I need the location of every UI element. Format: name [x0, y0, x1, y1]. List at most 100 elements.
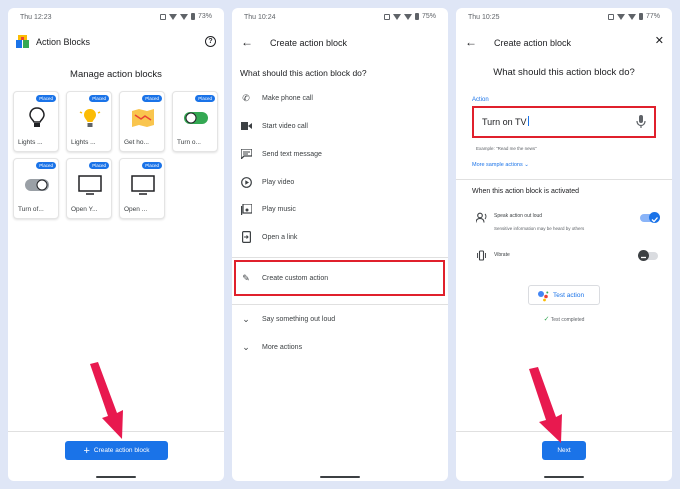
expand-more-actions[interactable]: ⌄ More actions — [240, 339, 302, 355]
play-icon — [240, 176, 252, 188]
battery-icon — [414, 13, 419, 20]
section-divider — [456, 179, 672, 180]
option-label: Open a link — [262, 233, 298, 241]
home-indicator — [320, 476, 360, 478]
action-input-value: Turn on TV — [482, 117, 527, 127]
option-play-video[interactable]: Play video — [240, 174, 294, 190]
link-icon — [240, 231, 252, 243]
speak-action-toggle[interactable] — [640, 212, 660, 223]
option-play-music[interactable]: Play music — [240, 201, 296, 217]
minus-icon — [641, 256, 646, 259]
option-label: Make phone call — [262, 94, 313, 102]
phone-icon: ✆ — [242, 92, 250, 103]
speaker-icon — [476, 212, 487, 223]
option-send-text-message[interactable]: Send text message — [240, 146, 322, 162]
option-label: Send text message — [262, 150, 322, 158]
notification-icon — [607, 13, 614, 20]
screen-title: Create action block — [270, 38, 348, 48]
map-icon — [132, 109, 154, 127]
app-title: Action Blocks — [36, 37, 91, 47]
more-samples-label: More sample actions — [472, 162, 523, 168]
question-heading: What should this action block do? — [240, 68, 367, 78]
placed-badge: Placed — [36, 95, 56, 102]
battery-level: 75% — [421, 13, 436, 20]
home-indicator — [544, 476, 584, 478]
option-open-link[interactable]: Open a link — [240, 229, 297, 245]
battery-icon — [638, 13, 643, 20]
placed-badge: Placed — [89, 95, 109, 102]
message-icon — [240, 148, 252, 160]
section-divider — [232, 257, 448, 258]
placed-badge: Placed — [89, 162, 109, 169]
tile-label: Turn o... — [177, 139, 201, 146]
status-time: Thu 12:23 — [20, 14, 52, 21]
tile-label: Turn of... — [18, 206, 44, 213]
check-icon — [651, 217, 658, 223]
tile-label: Open Y... — [71, 206, 98, 213]
back-arrow-icon[interactable]: ← — [241, 36, 253, 48]
action-block-tile[interactable]: Placed Open ... — [119, 158, 165, 219]
wifi-icon — [392, 13, 401, 20]
tile-label: Get ho... — [124, 139, 149, 146]
option-label: Say something out loud — [262, 315, 336, 323]
test-status: ✓ Test completed — [456, 315, 672, 323]
check-icon: ✓ — [543, 316, 550, 323]
action-block-tile[interactable]: Placed Open Y... — [66, 158, 112, 219]
option-start-video-call[interactable]: Start video call — [240, 118, 308, 134]
action-block-tile[interactable]: Placed Lights ... — [13, 91, 59, 152]
expand-say-something-out-loud[interactable]: ⌄ Say something out loud — [240, 311, 335, 327]
plus-icon: + — [83, 444, 90, 457]
phone-screen-custom-action: Thu 10:25 77% ← Create action block ✕ Wh… — [456, 8, 672, 481]
status-bar: Thu 12:23 73% — [8, 13, 224, 25]
speak-action-subtext: Sensitive information may be heard by ot… — [494, 226, 585, 231]
signal-icon — [627, 13, 636, 20]
pointer-arrow-icon — [529, 367, 562, 443]
battery-level: 73% — [197, 13, 212, 20]
home-indicator — [96, 476, 136, 478]
question-heading: What should this action block do? — [493, 67, 635, 78]
test-action-button[interactable]: Test action — [528, 285, 600, 305]
test-action-label: Test action — [553, 292, 585, 299]
action-input[interactable]: Turn on TV — [472, 106, 656, 138]
placed-badge: Placed — [36, 162, 56, 169]
signal-icon — [179, 13, 188, 20]
pointer-arrow-icon — [90, 362, 123, 439]
chevron-down-icon: ⌄ — [242, 341, 250, 352]
microphone-icon[interactable] — [636, 115, 646, 129]
toggle-off-icon — [25, 179, 49, 191]
tile-label: Lights ... — [71, 139, 96, 146]
light-bulb-on-icon — [79, 109, 101, 127]
chevron-down-icon: ⌄ — [242, 313, 250, 324]
toggle-on-icon — [184, 112, 208, 124]
option-label: More actions — [262, 343, 303, 351]
section-divider — [232, 304, 448, 305]
vibrate-label: Vibrate — [494, 252, 510, 258]
close-icon[interactable]: ✕ — [655, 36, 664, 47]
action-block-tile[interactable]: Placed Turn of... — [13, 158, 59, 219]
assistant-icon — [538, 291, 549, 302]
signal-icon — [403, 13, 412, 20]
vibrate-toggle[interactable] — [638, 250, 658, 261]
battery-level: 77% — [645, 13, 660, 20]
music-icon — [240, 203, 252, 215]
wifi-icon — [616, 13, 625, 20]
status-time: Thu 10:25 — [468, 14, 500, 21]
page-heading: Manage action blocks — [70, 69, 162, 80]
tv-icon — [78, 175, 102, 195]
create-action-block-button[interactable]: + Create action block — [65, 441, 168, 460]
activation-section-title: When this action block is activated — [472, 188, 579, 195]
battery-icon — [190, 13, 195, 20]
light-bulb-off-icon — [29, 107, 45, 127]
back-arrow-icon[interactable]: ← — [465, 36, 477, 48]
action-block-tile[interactable]: Placed Lights ... — [66, 91, 112, 152]
notification-icon — [159, 13, 166, 20]
wifi-icon — [168, 13, 177, 20]
help-icon[interactable]: ? — [205, 36, 216, 47]
phone-screen-choose-action: Thu 10:24 75% ← Create action block What… — [232, 8, 448, 481]
more-sample-actions-link[interactable]: More sample actions ⌄ — [472, 162, 529, 168]
action-block-tile[interactable]: Placed Get ho... — [119, 91, 165, 152]
speak-action-label: Speak action out loud — [494, 213, 543, 219]
option-make-phone-call[interactable]: ✆ Make phone call — [240, 90, 313, 106]
test-status-label: Test completed — [550, 317, 585, 323]
action-block-tile[interactable]: Placed Turn o... — [172, 91, 218, 152]
